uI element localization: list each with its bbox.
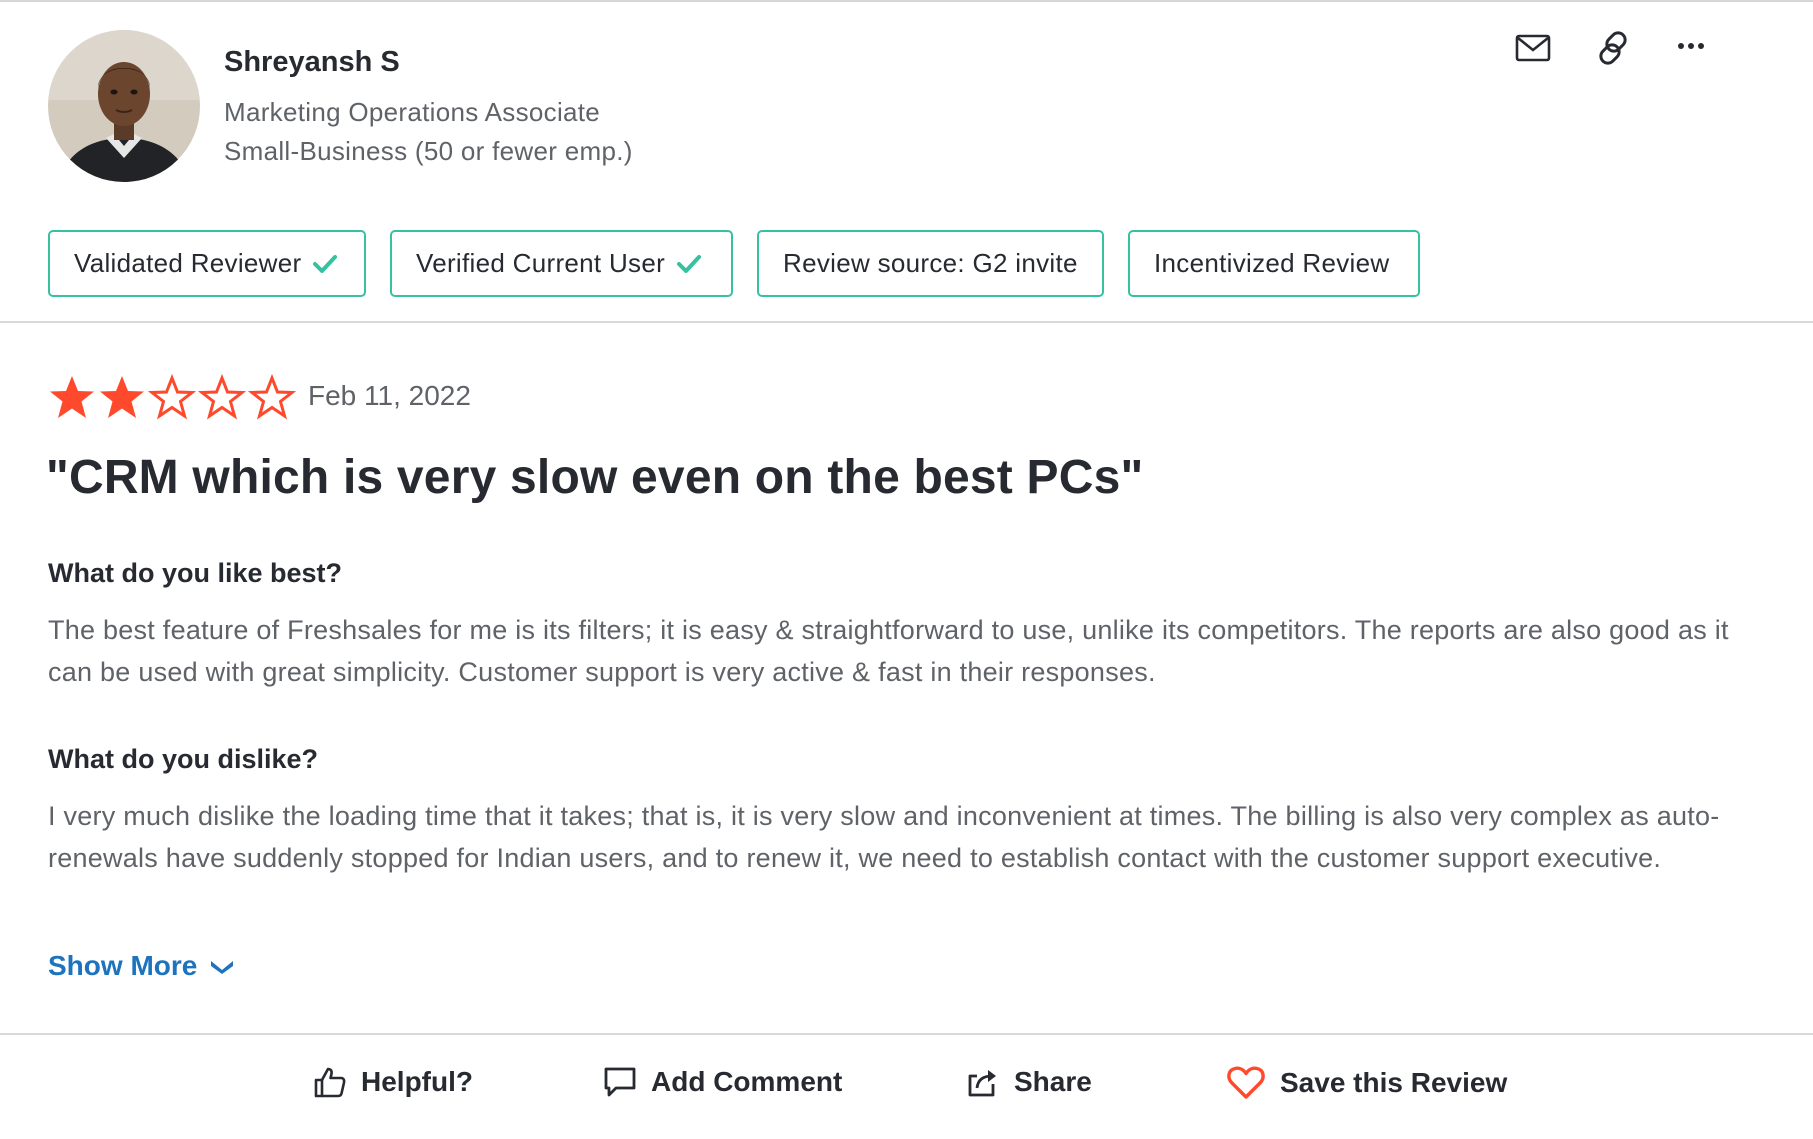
badge-label: Verified Current User	[416, 248, 666, 278]
add-comment-button[interactable]: Add Comment	[603, 1065, 842, 1099]
question-dislike: What do you dislike?	[48, 744, 319, 774]
save-review-label: Save this Review	[1280, 1067, 1508, 1098]
review-card: Shreyansh S Marketing Operations Associa…	[0, 0, 1813, 1137]
share-label: Share	[1014, 1066, 1092, 1097]
star-empty-icon	[148, 373, 196, 420]
question-like-best: What do you like best?	[48, 558, 343, 588]
mail-icon[interactable]	[1513, 28, 1553, 68]
comment-icon	[604, 1067, 636, 1097]
badge-review-source[interactable]: Review source: G2 invite	[757, 230, 1104, 297]
badge-verified-current-user[interactable]: Verified Current User	[390, 230, 733, 297]
badge-incentivized-review[interactable]: Incentivized Review	[1128, 230, 1420, 297]
more-options-icon[interactable]	[1671, 28, 1711, 68]
review-top-actions	[1513, 28, 1813, 68]
heart-icon	[1227, 1066, 1265, 1099]
helpful-button[interactable]: Helpful?	[313, 1065, 473, 1099]
star-empty-icon	[248, 373, 296, 420]
reviewer-company-size: Small-Business (50 or fewer emp.)	[224, 136, 633, 166]
reviewer-name: Shreyansh S	[224, 46, 400, 78]
badge-label: Validated Reviewer	[74, 248, 302, 278]
badge-validated-reviewer[interactable]: Validated Reviewer	[48, 230, 366, 297]
avatar	[48, 30, 200, 182]
badge-label: Incentivized Review	[1154, 248, 1390, 278]
star-empty-icon	[198, 373, 246, 420]
review-header: Shreyansh S Marketing Operations Associa…	[0, 2, 1813, 322]
badge-label: Review source: G2 invite	[783, 248, 1078, 278]
answer-like-best: The best feature of Freshsales for me is…	[48, 615, 1729, 687]
review-footer-actions: Helpful? Add Comment Share Save this Rev…	[0, 1035, 1813, 1139]
link-icon[interactable]	[1593, 28, 1633, 68]
show-more-link[interactable]: Show More	[48, 950, 235, 982]
show-more-label: Show More	[48, 950, 198, 981]
chevron-down-icon	[211, 961, 234, 974]
answer-dislike: I very much dislike the loading time tha…	[48, 801, 1720, 873]
section-divider	[0, 321, 1813, 323]
review-date: Feb 11, 2022	[308, 380, 471, 411]
add-comment-label: Add Comment	[651, 1066, 843, 1097]
helpful-label: Helpful?	[361, 1066, 473, 1097]
share-icon	[968, 1070, 996, 1097]
check-icon	[677, 254, 702, 273]
review-title[interactable]: "CRM which is very slow even on the best…	[46, 450, 1143, 505]
star-filled-icon	[50, 376, 94, 418]
thumbs-up-icon	[314, 1067, 346, 1098]
star-filled-icon	[100, 376, 144, 418]
save-review-button[interactable]: Save this Review	[1226, 1065, 1507, 1101]
reviewer-job-title: Marketing Operations Associate	[224, 97, 601, 127]
share-button[interactable]: Share	[966, 1065, 1092, 1099]
check-icon	[313, 254, 338, 273]
